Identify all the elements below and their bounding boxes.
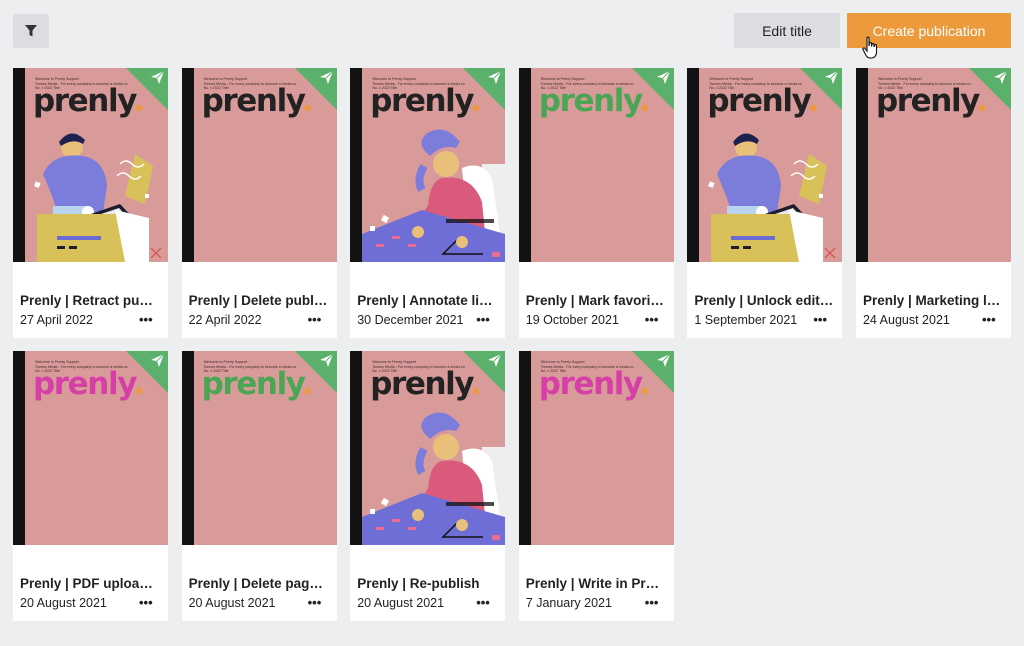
hand-cursor-icon: [862, 36, 878, 59]
publication-card[interactable]: Welcome to Prenly Support Tonnes Media -…: [350, 351, 506, 621]
publication-card[interactable]: Welcome to Prenly Support Tonnes Media -…: [181, 351, 337, 621]
send-icon: [151, 353, 165, 367]
publication-date: 30 December 2021: [357, 313, 464, 327]
cover-spine: [687, 68, 700, 262]
publication-title: Prenly | Re-publish: [357, 576, 480, 591]
publication-cover[interactable]: Welcome to Prenly Support Tonnes Media -…: [687, 68, 843, 262]
publication-date: 20 August 2021: [357, 596, 445, 610]
publication-cover[interactable]: Welcome to Prenly Support Tonnes Media -…: [13, 351, 168, 545]
publication-card[interactable]: Welcome to Prenly Support Tonnes Media -…: [855, 68, 1011, 338]
publication-card[interactable]: Welcome to Prenly Support Tonnes Media -…: [181, 68, 337, 338]
cover-spine: [855, 68, 868, 262]
publication-title: Prenly | Mark favorites: [525, 293, 666, 308]
publication-title: Prenly | Delete page of edition: [188, 576, 329, 591]
publication-cover[interactable]: Welcome to Prenly Support Tonnes Media -…: [181, 351, 337, 545]
publication-card[interactable]: Welcome to Prenly Support Tonnes Media -…: [13, 68, 168, 338]
publication-date: 22 April 2022: [188, 313, 262, 327]
publication-date: 20 August 2021: [20, 596, 107, 610]
cover-spine: [181, 68, 194, 262]
more-options-button[interactable]: •••: [308, 312, 322, 327]
more-options-button[interactable]: •••: [645, 312, 659, 327]
send-icon: [993, 70, 1008, 84]
send-icon: [656, 70, 671, 84]
publication-date: 20 August 2021: [188, 596, 276, 610]
send-icon: [151, 70, 165, 84]
publication-card[interactable]: Welcome to Prenly Support Tonnes Media -…: [687, 68, 843, 338]
edit-title-button[interactable]: Edit title: [734, 13, 840, 48]
publication-date: 1 September 2021: [694, 313, 798, 327]
filter-button[interactable]: [13, 14, 49, 48]
more-options-button[interactable]: •••: [476, 312, 490, 327]
publication-cover[interactable]: Welcome to Prenly Support Tonnes Media -…: [855, 68, 1011, 262]
cover-spine: [518, 68, 531, 262]
cover-spine: [350, 351, 363, 545]
publication-cover[interactable]: Welcome to Prenly Support Tonnes Media -…: [350, 68, 506, 262]
publication-title: Prenly | Unlock edition: [694, 293, 835, 308]
more-options-button[interactable]: •••: [139, 312, 153, 327]
publication-grid: Welcome to Prenly Support Tonnes Media -…: [13, 68, 1011, 621]
cover-spine: [350, 68, 363, 262]
publication-date: 24 August 2021: [862, 313, 950, 327]
publication-cover[interactable]: Welcome to Prenly Support Tonnes Media -…: [181, 68, 337, 262]
filter-icon: [25, 25, 37, 37]
more-options-button[interactable]: •••: [139, 595, 153, 610]
publication-date: 19 October 2021: [525, 313, 619, 327]
send-icon: [825, 70, 839, 84]
publication-cover[interactable]: Welcome to Prenly Support Tonnes Media -…: [518, 68, 674, 262]
cover-spine: [181, 351, 194, 545]
cover-spine: [13, 68, 25, 262]
publication-date: 7 January 2021: [525, 596, 612, 610]
publication-title: Prenly | Retract publication: [20, 293, 160, 308]
more-options-button[interactable]: •••: [982, 312, 996, 327]
cover-spine: [13, 351, 25, 545]
publication-title: Prenly | Write in Prenly: [525, 576, 666, 591]
publication-title: Prenly | PDF upload issues: [20, 576, 160, 591]
more-options-button[interactable]: •••: [308, 595, 322, 610]
more-options-button[interactable]: •••: [645, 595, 659, 610]
send-icon: [319, 70, 333, 84]
send-icon: [319, 353, 333, 367]
more-options-button[interactable]: •••: [813, 312, 827, 327]
send-icon: [488, 353, 502, 367]
publication-card[interactable]: Welcome to Prenly Support Tonnes Media -…: [518, 68, 674, 338]
cover-spine: [518, 351, 531, 545]
publication-title: Prenly | Delete publication: [188, 293, 329, 308]
publication-cover[interactable]: Welcome to Prenly Support Tonnes Media -…: [13, 68, 168, 262]
publication-cover[interactable]: Welcome to Prenly Support Tonnes Media -…: [518, 351, 674, 545]
publication-card[interactable]: Welcome to Prenly Support Tonnes Media -…: [350, 68, 506, 338]
send-icon: [488, 70, 502, 84]
publication-cover[interactable]: Welcome to Prenly Support Tonnes Media -…: [350, 351, 506, 545]
more-options-button[interactable]: •••: [476, 595, 490, 610]
publication-card[interactable]: Welcome to Prenly Support Tonnes Media -…: [13, 351, 168, 621]
publication-date: 27 April 2022: [20, 313, 93, 327]
send-icon: [656, 353, 671, 367]
publication-title: Prenly | Marketing link: [862, 293, 1003, 308]
publication-card[interactable]: Welcome to Prenly Support Tonnes Media -…: [518, 351, 674, 621]
publication-title: Prenly | Annotate links: [357, 293, 498, 308]
